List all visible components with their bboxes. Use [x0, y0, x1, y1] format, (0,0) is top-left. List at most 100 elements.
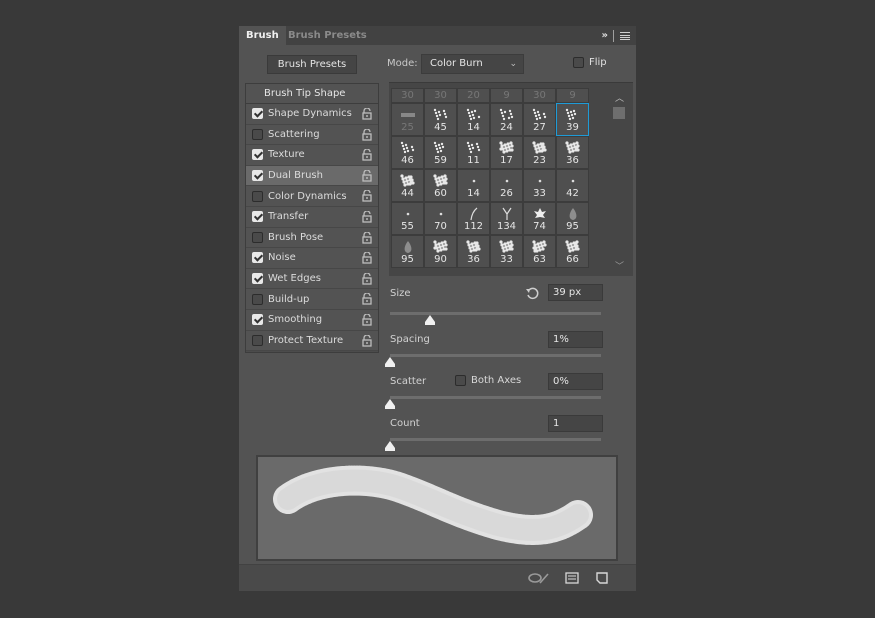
scroll-up-icon[interactable]: ︿: [615, 91, 624, 104]
spacing-input[interactable]: 1%: [548, 331, 603, 348]
brush-tip[interactable]: 24: [490, 103, 523, 136]
brush-tip[interactable]: 60: [424, 169, 457, 202]
settings-item-protect-texture[interactable]: Protect Texture: [246, 330, 378, 352]
settings-item-wet-edges[interactable]: Wet Edges: [246, 268, 378, 290]
settings-item-checkbox[interactable]: [252, 128, 263, 140]
brush-tip[interactable]: 134: [490, 202, 523, 235]
lock-icon[interactable]: [362, 108, 372, 120]
settings-item-checkbox[interactable]: [252, 149, 263, 161]
spacing-slider-track[interactable]: [390, 354, 601, 357]
create-new-brush-icon[interactable]: [594, 572, 610, 584]
brush-tip[interactable]: 70: [424, 202, 457, 235]
brush-tip[interactable]: 44: [391, 169, 424, 202]
brush-tip-thumbnail-icon: [472, 179, 475, 183]
size-slider-track[interactable]: [390, 312, 601, 315]
lock-icon[interactable]: [362, 293, 372, 305]
brush-tip[interactable]: 46: [391, 136, 424, 169]
lock-icon[interactable]: [362, 334, 372, 347]
brush-tip[interactable]: 45: [424, 103, 457, 136]
settings-item-transfer[interactable]: Transfer: [246, 206, 378, 228]
lock-icon[interactable]: [362, 210, 372, 223]
brush-tip[interactable]: 66: [556, 235, 589, 268]
brush-tip[interactable]: 74: [523, 202, 556, 235]
brush-tip[interactable]: 112: [457, 202, 490, 235]
size-input[interactable]: 39 px: [548, 284, 603, 301]
lock-icon[interactable]: [362, 190, 372, 203]
brush-tip[interactable]: 90: [424, 235, 457, 268]
settings-item-build-up[interactable]: Build-up: [246, 289, 378, 310]
size-slider-thumb[interactable]: [425, 315, 436, 325]
brush-tip[interactable]: 39: [556, 103, 589, 136]
settings-item-checkbox[interactable]: [252, 334, 263, 346]
lock-icon[interactable]: [362, 149, 372, 161]
brush-tip[interactable]: 14: [457, 169, 490, 202]
scatter-slider-track[interactable]: [390, 396, 601, 399]
lock-icon[interactable]: [362, 252, 372, 264]
settings-item-brush-pose[interactable]: Brush Pose: [246, 227, 378, 249]
brush-tip[interactable]: 63: [523, 235, 556, 268]
tip-size-header: 30: [424, 88, 457, 103]
count-slider-thumb[interactable]: [385, 441, 395, 451]
tab-brush[interactable]: Brush: [239, 26, 286, 45]
settings-item-color-dynamics[interactable]: Color Dynamics: [246, 186, 378, 207]
count-slider-track[interactable]: [390, 438, 601, 441]
brush-tip[interactable]: 95: [556, 202, 589, 235]
brush-tip[interactable]: 14: [457, 103, 490, 136]
settings-item-texture[interactable]: Texture: [246, 145, 378, 166]
scroll-down-icon[interactable]: ﹀: [615, 259, 624, 272]
brush-tip[interactable]: 42: [556, 169, 589, 202]
settings-item-smoothing[interactable]: Smoothing: [246, 309, 378, 331]
scatter-input[interactable]: 0%: [548, 373, 603, 390]
brush-tip-editor-icon[interactable]: [564, 572, 580, 584]
toggle-live-tip-preview-icon[interactable]: [528, 572, 550, 584]
settings-item-checkbox[interactable]: [252, 190, 263, 202]
settings-item-scattering[interactable]: Scattering: [246, 124, 378, 146]
settings-item-checkbox[interactable]: [252, 273, 263, 285]
settings-item-checkbox[interactable]: [252, 108, 263, 120]
brush-tip[interactable]: 36: [556, 136, 589, 169]
spacing-slider-thumb[interactable]: [385, 357, 395, 367]
brush-presets-button[interactable]: Brush Presets: [267, 55, 357, 74]
brush-tip[interactable]: 27: [523, 103, 556, 136]
lock-icon[interactable]: [362, 231, 372, 244]
brush-tip[interactable]: 11: [457, 136, 490, 169]
settings-item-dual-brush[interactable]: Dual Brush: [246, 165, 378, 187]
settings-item-checkbox[interactable]: [252, 170, 263, 182]
flip-checkbox[interactable]: Flip: [573, 57, 607, 68]
settings-item-checkbox[interactable]: [252, 252, 263, 264]
both-axes-checkbox-box[interactable]: [455, 375, 466, 386]
scatter-slider-thumb[interactable]: [385, 399, 395, 409]
brush-tip[interactable]: 25: [391, 103, 424, 136]
settings-item-noise[interactable]: Noise: [246, 248, 378, 269]
brush-tip[interactable]: 26: [490, 169, 523, 202]
brush-tip[interactable]: 95: [391, 235, 424, 268]
reset-size-icon[interactable]: [525, 286, 539, 300]
brush-tip[interactable]: 33: [523, 169, 556, 202]
settings-item-checkbox[interactable]: [252, 293, 263, 305]
brush-tip[interactable]: 17: [490, 136, 523, 169]
lock-icon[interactable]: [362, 313, 372, 326]
flip-checkbox-box[interactable]: [573, 57, 584, 68]
both-axes-checkbox[interactable]: Both Axes: [455, 375, 521, 386]
brush-tip[interactable]: 36: [457, 235, 490, 268]
menu-icon[interactable]: [620, 31, 630, 40]
brush-tip[interactable]: 55: [391, 202, 424, 235]
settings-item-checkbox[interactable]: [252, 314, 263, 326]
scrollbar-thumb[interactable]: [613, 107, 625, 119]
brush-tip[interactable]: 23: [523, 136, 556, 169]
count-input[interactable]: 1: [548, 415, 603, 432]
lock-icon[interactable]: [362, 169, 372, 182]
mode-select[interactable]: Color Burn ⌄: [421, 54, 524, 74]
brush-tip-shape-item[interactable]: Brush Tip Shape: [246, 84, 378, 104]
settings-item-checkbox[interactable]: [252, 231, 263, 243]
brush-tip-size: 45: [434, 122, 447, 133]
brush-tip[interactable]: 59: [424, 136, 457, 169]
brush-tip[interactable]: 33: [490, 235, 523, 268]
lock-icon[interactable]: [362, 128, 372, 141]
lock-icon[interactable]: [362, 272, 372, 285]
tab-brush-presets[interactable]: Brush Presets: [281, 26, 374, 45]
settings-item-shape-dynamics[interactable]: Shape Dynamics: [246, 104, 378, 125]
brush-tip-size: 66: [566, 254, 579, 265]
expand-icon[interactable]: »: [602, 30, 609, 41]
settings-item-checkbox[interactable]: [252, 211, 263, 223]
